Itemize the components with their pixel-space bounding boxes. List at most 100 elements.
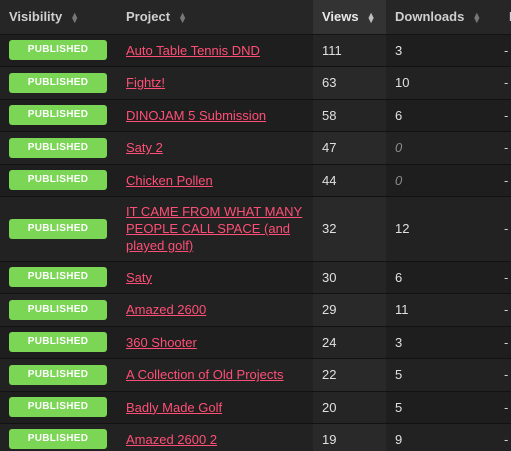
extra-column-header[interactable]: R xyxy=(500,0,511,35)
projects-table: Visibility ▲ ▼ Project ▲ ▼ Views ▲ ▼ Downloads… xyxy=(0,0,511,451)
project-cell: Saty 2 xyxy=(117,131,313,164)
extra-cell: - xyxy=(504,75,509,90)
status-badge: PUBLISHED xyxy=(9,218,107,239)
visibility-cell: PUBLISHED xyxy=(0,358,117,391)
project-link[interactable]: Fightz! xyxy=(126,75,165,90)
downloads-cell: 6 xyxy=(395,269,403,285)
project-link[interactable]: Saty xyxy=(126,270,152,285)
extra-cell: - xyxy=(504,302,509,317)
visibility-cell: PUBLISHED xyxy=(0,164,117,196)
extra-cell: - xyxy=(504,334,509,350)
views-cell: 30 xyxy=(313,261,386,293)
views-cell: 111 xyxy=(313,34,386,66)
project-cell: DINOJAM 5 Submission xyxy=(117,99,313,131)
views-cell: 29 xyxy=(313,293,386,326)
project-link[interactable]: DINOJAM 5 Submission xyxy=(126,108,266,123)
status-badge: PUBLISHED xyxy=(9,170,107,190)
project-link[interactable]: Saty 2 xyxy=(126,140,163,155)
project-link[interactable]: A Collection of Old Projects xyxy=(126,367,284,382)
downloads-column-header[interactable]: Downloads ▲ ▼ xyxy=(386,0,500,35)
downloads-cell: 0 xyxy=(395,172,403,188)
extra-cell: - xyxy=(504,399,509,415)
status-badge: PUBLISHED xyxy=(9,137,107,158)
table-row: PUBLISHED A Collection of Old Projects 22 5… xyxy=(0,358,511,391)
project-cell: A Collection of Old Projects xyxy=(117,358,313,391)
extra-cell: - xyxy=(504,42,509,58)
downloads-cell: 5 xyxy=(395,367,403,382)
downloads-cell: 6 xyxy=(395,107,403,123)
status-badge: PUBLISHED xyxy=(9,332,107,352)
visibility-cell: PUBLISHED xyxy=(0,34,117,66)
visibility-cell: PUBLISHED xyxy=(0,196,117,261)
status-badge: PUBLISHED xyxy=(9,40,107,60)
status-badge: PUBLISHED xyxy=(9,397,107,417)
views-cell: 58 xyxy=(313,99,386,131)
table-row: PUBLISHED Chicken Pollen 44 0 - xyxy=(0,164,511,196)
downloads-header-label: Downloads xyxy=(395,9,465,25)
sort-arrows-icon: ▲ ▼ xyxy=(366,9,376,25)
project-cell: Auto Table Tennis DND xyxy=(117,34,313,66)
project-link[interactable]: IT CAME FROM WHAT MANY PEOPLE CALL SPACE… xyxy=(126,204,302,253)
table-row: PUBLISHED DINOJAM 5 Submission 58 6 - xyxy=(0,99,511,131)
extra-cell: - xyxy=(504,221,509,236)
views-cell: 32 xyxy=(313,196,386,261)
visibility-cell: PUBLISHED xyxy=(0,99,117,131)
extra-cell: - xyxy=(504,107,509,123)
visibility-cell: PUBLISHED xyxy=(0,391,117,423)
project-link[interactable]: Amazed 2600 2 xyxy=(126,432,217,447)
sort-arrows-icon: ▲ ▼ xyxy=(70,9,80,25)
status-badge: PUBLISHED xyxy=(9,267,107,287)
visibility-cell: PUBLISHED xyxy=(0,326,117,358)
table-row: PUBLISHED Auto Table Tennis DND 111 3 - xyxy=(0,34,511,66)
extra-cell: - xyxy=(504,367,509,382)
visibility-cell: PUBLISHED xyxy=(0,66,117,99)
downloads-cell: 5 xyxy=(395,399,403,415)
project-column-header[interactable]: Project ▲ ▼ xyxy=(117,0,313,35)
extra-cell: - xyxy=(504,431,509,447)
project-link[interactable]: Chicken Pollen xyxy=(126,173,213,188)
downloads-cell: 3 xyxy=(395,42,403,58)
project-link[interactable]: Auto Table Tennis DND xyxy=(126,43,260,58)
table-header-row: Visibility ▲ ▼ Project ▲ ▼ Views ▲ ▼ Downloads… xyxy=(0,0,511,35)
downloads-cell: 0 xyxy=(395,140,403,155)
views-cell: 47 xyxy=(313,131,386,164)
visibility-column-header[interactable]: Visibility ▲ ▼ xyxy=(0,0,117,35)
sort-arrows-icon: ▲ ▼ xyxy=(472,9,482,25)
status-badge: PUBLISHED xyxy=(9,299,107,320)
project-header-label: Project xyxy=(126,9,171,25)
downloads-cell: 3 xyxy=(395,334,403,350)
project-cell: IT CAME FROM WHAT MANY PEOPLE CALL SPACE… xyxy=(117,196,313,261)
project-cell: Badly Made Golf xyxy=(117,391,313,423)
visibility-cell: PUBLISHED xyxy=(0,261,117,293)
table-row: PUBLISHED Saty 2 47 0 - xyxy=(0,131,511,164)
visibility-header-label: Visibility xyxy=(9,9,63,25)
extra-cell: - xyxy=(504,172,509,188)
views-cell: 24 xyxy=(313,326,386,358)
project-link[interactable]: 360 Shooter xyxy=(126,335,197,350)
views-column-header[interactable]: Views ▲ ▼ xyxy=(313,0,386,35)
views-cell: 63 xyxy=(313,66,386,99)
table-row: PUBLISHED Amazed 2600 29 11 - xyxy=(0,293,511,326)
views-header-label: Views xyxy=(322,9,359,25)
sort-arrows-icon: ▲ ▼ xyxy=(178,9,187,25)
downloads-cell: 9 xyxy=(395,431,403,447)
project-link[interactable]: Badly Made Golf xyxy=(126,400,222,415)
status-badge: PUBLISHED xyxy=(9,72,107,93)
project-cell: Amazed 2600 2 xyxy=(117,423,313,451)
extra-cell: - xyxy=(504,140,509,155)
visibility-cell: PUBLISHED xyxy=(0,423,117,451)
table-row: PUBLISHED Saty 30 6 - xyxy=(0,261,511,293)
visibility-cell: PUBLISHED xyxy=(0,131,117,164)
project-cell: Chicken Pollen xyxy=(117,164,313,196)
project-link[interactable]: Amazed 2600 xyxy=(126,302,206,317)
status-badge: PUBLISHED xyxy=(9,429,107,450)
project-cell: Saty xyxy=(117,261,313,293)
table-row: PUBLISHED IT CAME FROM WHAT MANY PEOPLE C… xyxy=(0,196,511,261)
project-cell: 360 Shooter xyxy=(117,326,313,358)
downloads-cell: 12 xyxy=(395,221,410,236)
views-cell: 20 xyxy=(313,391,386,423)
status-badge: PUBLISHED xyxy=(9,105,107,125)
views-cell: 44 xyxy=(313,164,386,196)
project-cell: Fightz! xyxy=(117,66,313,99)
downloads-cell: 10 xyxy=(395,75,410,90)
